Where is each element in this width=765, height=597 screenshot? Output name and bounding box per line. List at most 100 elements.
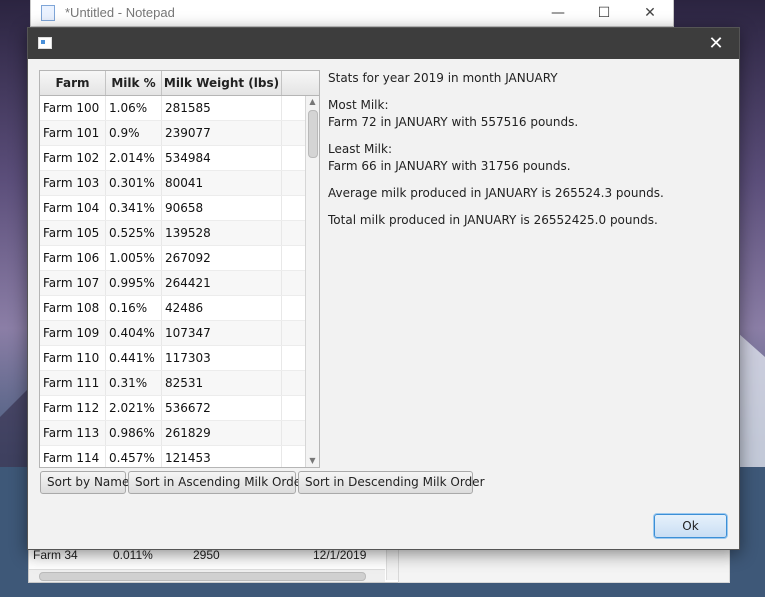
table-row[interactable]: Farm 107 0.995% 264421 (40, 271, 306, 296)
notepad-minimize-button[interactable]: — (535, 2, 581, 24)
table-row[interactable]: Farm 106 1.005% 267092 (40, 246, 306, 271)
notepad-title: *Untitled - Notepad (65, 5, 175, 20)
cell-empty (282, 196, 306, 220)
cell-milk-percent: 0.457% (106, 446, 162, 467)
cell-empty (282, 221, 306, 245)
column-header-empty (282, 71, 318, 95)
cell-milk-weight: 534984 (162, 146, 282, 170)
notepad-icon (41, 5, 55, 21)
cell-milk-weight: 139528 (162, 221, 282, 245)
table-row[interactable]: Farm 109 0.404% 107347 (40, 321, 306, 346)
bg-cell-farm: Farm 34 (33, 548, 78, 562)
cell-milk-weight: 80041 (162, 171, 282, 195)
column-header-farm[interactable]: Farm (40, 71, 106, 95)
table-row[interactable]: Farm 103 0.301% 80041 (40, 171, 306, 196)
cell-farm: Farm 104 (40, 196, 106, 220)
cell-empty (282, 371, 306, 395)
cell-milk-weight: 239077 (162, 121, 282, 145)
cell-milk-weight: 121453 (162, 446, 282, 467)
stats-panel: Stats for year 2019 in month JANUARY Mos… (328, 70, 728, 239)
cell-farm: Farm 106 (40, 246, 106, 270)
scroll-up-arrow-icon[interactable]: ▲ (306, 96, 319, 108)
bg-cell-weight: 2950 (193, 548, 220, 562)
cell-milk-percent: 0.16% (106, 296, 162, 320)
cell-farm: Farm 108 (40, 296, 106, 320)
cell-farm: Farm 110 (40, 346, 106, 370)
scroll-thumb[interactable] (308, 110, 318, 158)
bg-cell-date: 12/1/2019 (313, 548, 367, 562)
bg-scroll-thumb[interactable] (39, 572, 366, 581)
cell-farm: Farm 107 (40, 271, 106, 295)
cell-empty (282, 146, 306, 170)
cell-milk-percent: 0.986% (106, 421, 162, 445)
cell-empty (282, 396, 306, 420)
table-vertical-scrollbar[interactable]: ▲ ▼ (305, 96, 319, 467)
notepad-window: *Untitled - Notepad — ☐ ✕ (30, 0, 674, 27)
cell-empty (282, 321, 306, 345)
table-row[interactable]: Farm 104 0.341% 90658 (40, 196, 306, 221)
cell-farm: Farm 111 (40, 371, 106, 395)
cell-milk-weight: 281585 (162, 96, 282, 120)
cell-milk-percent: 1.005% (106, 246, 162, 270)
notepad-close-button[interactable]: ✕ (627, 2, 673, 24)
notepad-maximize-button[interactable]: ☐ (581, 2, 627, 24)
cell-farm: Farm 102 (40, 146, 106, 170)
cell-empty (282, 171, 306, 195)
table-header: Farm Milk % Milk Weight (lbs) (40, 71, 319, 96)
sort-descending-button[interactable]: Sort in Descending Milk Order (298, 471, 485, 494)
table-row[interactable]: Farm 114 0.457% 121453 (40, 446, 306, 467)
cell-milk-weight: 82531 (162, 371, 282, 395)
table-row[interactable]: Farm 102 2.014% 534984 (40, 146, 306, 171)
column-header-milk-percent[interactable]: Milk % (106, 71, 162, 95)
cell-farm: Farm 105 (40, 221, 106, 245)
cell-milk-weight: 264421 (162, 271, 282, 295)
bg-horizontal-scrollbar[interactable] (29, 569, 385, 582)
cell-milk-percent: 0.301% (106, 171, 162, 195)
cell-milk-percent: 0.31% (106, 371, 162, 395)
cell-milk-percent: 0.441% (106, 346, 162, 370)
sort-by-name-button[interactable]: Sort by Name (40, 471, 129, 494)
table-row[interactable]: Farm 113 0.986% 261829 (40, 421, 306, 446)
table-row[interactable]: Farm 110 0.441% 117303 (40, 346, 306, 371)
cell-milk-weight: 267092 (162, 246, 282, 270)
cell-milk-percent: 2.014% (106, 146, 162, 170)
table-row[interactable]: Farm 105 0.525% 139528 (40, 221, 306, 246)
table-row[interactable]: Farm 111 0.31% 82531 (40, 371, 306, 396)
cell-farm: Farm 112 (40, 396, 106, 420)
cell-empty (282, 296, 306, 320)
milk-stats-dialog: ✕ Farm Milk % Milk Weight (lbs) Farm 100… (27, 27, 740, 550)
table-row[interactable]: Farm 112 2.021% 536672 (40, 396, 306, 421)
cell-milk-percent: 0.9% (106, 121, 162, 145)
farm-table: Farm Milk % Milk Weight (lbs) Farm 100 1.… (39, 70, 320, 468)
cell-farm: Farm 113 (40, 421, 106, 445)
cell-farm: Farm 103 (40, 171, 106, 195)
cell-farm: Farm 100 (40, 96, 106, 120)
bg-cell-pct: 0.011% (113, 548, 153, 562)
table-row[interactable]: Farm 108 0.16% 42486 (40, 296, 306, 321)
cell-empty (282, 121, 306, 145)
cell-milk-weight: 42486 (162, 296, 282, 320)
cell-farm: Farm 101 (40, 121, 106, 145)
cell-milk-percent: 0.404% (106, 321, 162, 345)
table-row[interactable]: Farm 100 1.06% 281585 (40, 96, 306, 121)
cell-empty (282, 271, 306, 295)
sort-ascending-button[interactable]: Sort in Ascending Milk Order (128, 471, 306, 494)
least-milk-label: Least Milk: (328, 142, 392, 156)
cell-empty (282, 246, 306, 270)
cell-milk-percent: 2.021% (106, 396, 162, 420)
cell-milk-percent: 0.341% (106, 196, 162, 220)
table-row[interactable]: Farm 101 0.9% 239077 (40, 121, 306, 146)
background-window-area (398, 545, 730, 583)
table-body: Farm 100 1.06% 281585 Farm 101 0.9% 239077 Far… (40, 96, 306, 467)
scroll-down-arrow-icon[interactable]: ▼ (306, 455, 319, 467)
least-milk-value: Farm 66 in JANUARY with 31756 pounds. (328, 159, 571, 173)
dialog-close-button[interactable]: ✕ (693, 28, 739, 59)
cell-empty (282, 421, 306, 445)
cell-farm: Farm 109 (40, 321, 106, 345)
ok-button[interactable]: Ok (654, 514, 727, 538)
cell-milk-percent: 0.525% (106, 221, 162, 245)
most-milk-label: Most Milk: (328, 98, 389, 112)
dialog-titlebar: ✕ (28, 28, 739, 59)
column-header-milk-weight[interactable]: Milk Weight (lbs) (162, 71, 282, 95)
most-milk-value: Farm 72 in JANUARY with 557516 pounds. (328, 115, 579, 129)
